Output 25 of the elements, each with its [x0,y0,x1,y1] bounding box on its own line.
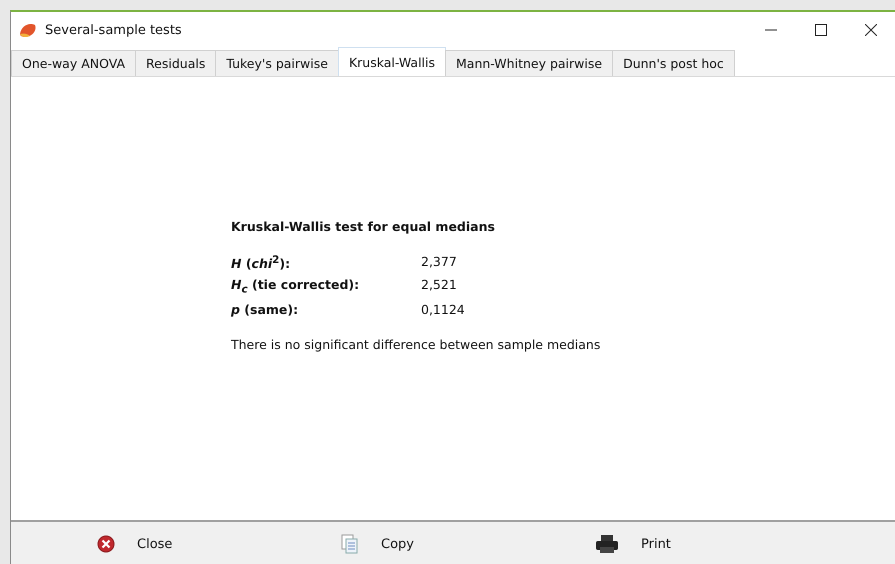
tab[interactable]: Mann-Whitney pairwise [445,50,614,76]
print-button[interactable]: Print [591,534,675,554]
printer-icon [595,534,619,554]
tab[interactable]: One-way ANOVA [11,50,136,76]
statistic-value: 2,377 [421,254,458,271]
report-heading: Kruskal-Wallis test for equal medians [231,219,496,234]
tab[interactable]: Tukey's pairwise [215,50,339,76]
statistic-label: H (chi$^{2}$): [231,254,292,272]
copy-icon [341,534,359,554]
tab[interactable]: Dunn's post hoc [612,50,735,76]
close-icon [97,535,115,553]
conclusion-text: There is no significant difference between sample medians [231,336,602,352]
statistic-value: 0,1124 [421,302,466,317]
statistic-label: H$_{c}$ (tie corrected): [231,277,360,296]
copy-button[interactable]: Copy [337,534,418,554]
close-button[interactable]: Close [93,535,176,553]
tab[interactable]: Residuals [135,50,216,76]
tab[interactable]: Kruskal-Wallis [338,47,446,76]
minimize-icon [765,29,777,31]
statistic-label: p (same): [231,302,300,317]
app-logo-icon [19,22,37,38]
maximize-icon [815,24,827,36]
statistic-value: 2,521 [421,277,458,294]
window-title: Several-sample tests [45,22,183,38]
close-icon [865,24,877,36]
